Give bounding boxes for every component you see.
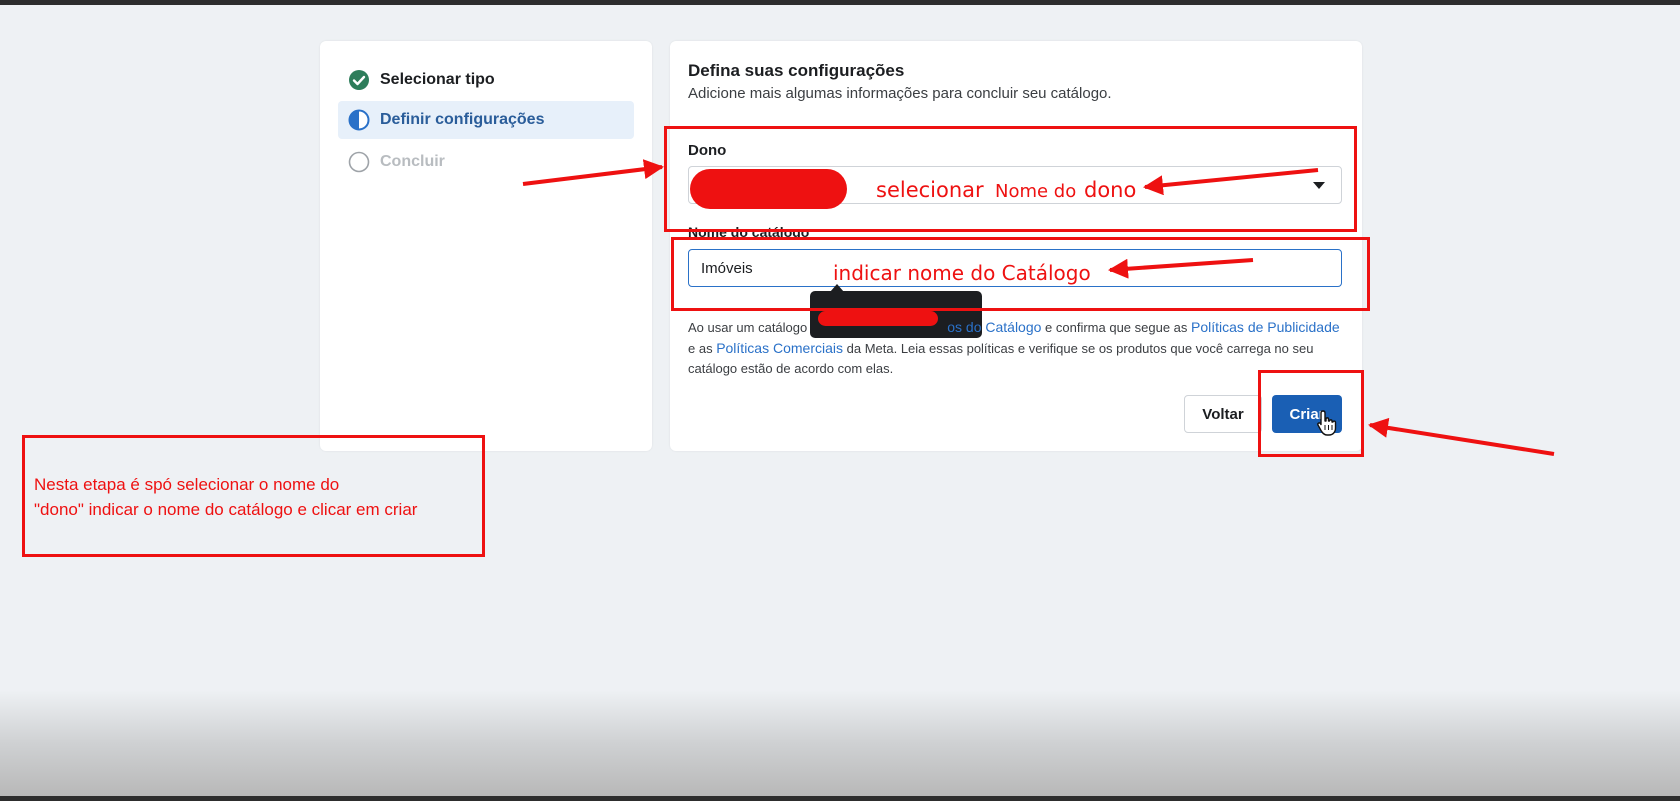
page-subtitle: Adicione mais algumas informações para c… — [688, 85, 1112, 102]
note-line: Nesta etapa é spó selecionar o nome do — [34, 475, 340, 494]
empty-circle-icon — [348, 151, 370, 173]
bottom-fade — [0, 690, 1680, 796]
bottom-bar — [0, 796, 1680, 801]
catalog-terms-link[interactable]: os do Catálogo — [947, 319, 1041, 335]
instruction-note: Nesta etapa é spó selecionar o nome do "… — [34, 472, 417, 522]
back-button[interactable]: Voltar — [1184, 395, 1262, 433]
steps-panel: Selecionar tipo Definir configurações Co… — [320, 41, 652, 451]
create-highlight-box — [1258, 370, 1364, 457]
catalog-hint: indicar nome do Catálogo — [833, 261, 1091, 285]
owner-hint-owner: dono — [1084, 178, 1137, 202]
note-line: "dono" indicar o nome do catálogo e clic… — [34, 500, 418, 519]
terms-text-part: e confirma que segue as — [1041, 320, 1192, 335]
step-finish[interactable]: Concluir — [338, 143, 634, 181]
check-circle-icon — [349, 70, 369, 90]
commerce-policies-link[interactable]: Políticas Comerciais — [716, 340, 843, 356]
step-select-type[interactable]: Selecionar tipo — [338, 61, 634, 99]
terms-text-part: e as — [688, 341, 717, 356]
step-label: Definir configurações — [380, 111, 545, 128]
advertising-policies-link[interactable]: Políticas de Publicidade — [1191, 319, 1340, 335]
terms-text: Ao usar um catálogo os do Catálogo e conf… — [688, 317, 1348, 379]
owner-hint-name: Nome do — [995, 181, 1077, 202]
step-define-settings[interactable]: Definir configurações — [338, 101, 634, 139]
arrow-to-create-button — [1368, 417, 1555, 456]
top-bar — [0, 0, 1680, 5]
page-title: Defina suas configurações — [688, 61, 905, 80]
step-label: Selecionar tipo — [380, 71, 495, 88]
owner-hint-select: selecionar — [876, 178, 984, 202]
half-circle-progress-icon — [348, 109, 370, 131]
owner-highlight-box — [664, 126, 1357, 232]
terms-text-part: Ao usar um catálogo — [688, 320, 808, 335]
step-label: Concluir — [380, 153, 445, 170]
